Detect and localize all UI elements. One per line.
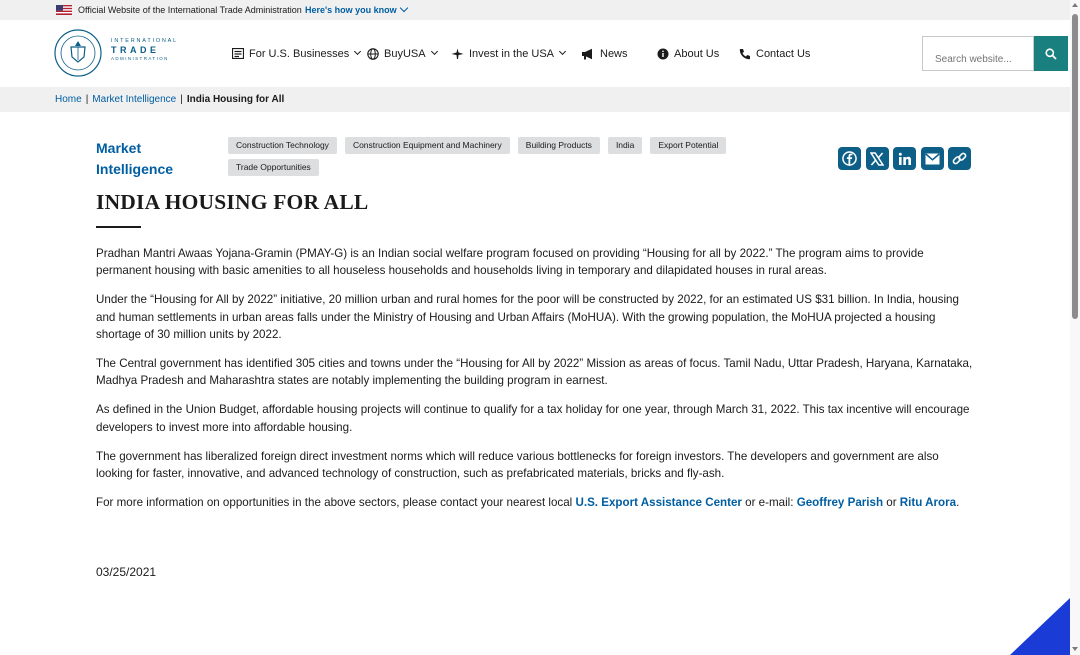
tag-construction-technology[interactable]: Construction Technology (228, 137, 337, 154)
tag-construction-equipment[interactable]: Construction Equipment and Machinery (344, 137, 510, 154)
export-assistance-center-link[interactable]: U.S. Export Assistance Center (575, 496, 741, 509)
article-body: Pradhan Mantri Awaas Yojana-Gramin (PMAY… (96, 245, 976, 523)
plane-icon (451, 48, 464, 59)
breadcrumb-separator: | (180, 94, 183, 105)
tag-list: Construction Technology Construction Equ… (228, 137, 768, 181)
ita-logo[interactable]: INTERNATIONAL TRADE ADMINISTRATION (111, 38, 178, 61)
paragraph-5: The government has liberalized foreign d… (96, 449, 939, 481)
breadcrumb-market-intelligence[interactable]: Market Intelligence (92, 94, 176, 105)
paragraph-3: The Central government has identified 30… (96, 357, 973, 388)
nav-news[interactable]: News (581, 20, 628, 87)
ritu-arora-link[interactable]: Ritu Arora (900, 496, 956, 509)
paragraph-4: As defined in the Union Budget, affordab… (96, 403, 970, 434)
contact-text-or: or (883, 496, 900, 510)
nav-label: Contact Us (756, 47, 811, 60)
department-of-commerce-seal-icon[interactable] (54, 29, 102, 77)
scroll-thumb[interactable] (1072, 14, 1078, 319)
geoffrey-parish-link[interactable]: Geoffrey Parish (797, 496, 883, 509)
tag-trade-opportunities[interactable]: Trade Opportunities (228, 159, 319, 176)
breadcrumb: Home | Market Intelligence | India Housing f… (0, 87, 1070, 112)
nav-label: News (600, 47, 628, 60)
linkedin-icon[interactable] (893, 147, 916, 170)
megaphone-icon (582, 48, 592, 59)
nav-buyusa[interactable]: BuyUSA (367, 20, 438, 87)
site-header: INTERNATIONAL TRADE ADMINISTRATION For U… (0, 20, 1070, 87)
nav-for-us-businesses[interactable]: For U.S. Businesses (232, 20, 362, 87)
scroll-up-arrow-icon[interactable] (1072, 3, 1078, 7)
phone-icon (739, 48, 750, 59)
email-icon[interactable] (920, 147, 944, 170)
howto-label: Here's how you know (305, 5, 397, 15)
chevron-down-icon (354, 47, 362, 56)
search-button[interactable] (1034, 36, 1068, 71)
search-icon (1045, 47, 1057, 60)
page-title: INDIA HOUSING FOR ALL (96, 190, 369, 214)
nav-label: Invest in the USA (469, 47, 554, 60)
info-icon (657, 48, 669, 59)
paragraph-6: For more information on opportunities in… (96, 494, 976, 511)
publish-date: 03/25/2021 (96, 565, 157, 579)
breadcrumb-separator: | (85, 94, 89, 105)
globe-icon (367, 47, 379, 60)
paragraph-2: Under the “Housing for All by 2022” init… (96, 293, 959, 341)
briefcase-icon (232, 48, 244, 59)
official-banner: Official Website of the International Tr… (0, 0, 1070, 20)
scroll-down-arrow-icon[interactable] (1072, 647, 1078, 651)
share-bar (838, 147, 976, 170)
nav-invest-in-the-usa[interactable]: Invest in the USA (451, 20, 567, 87)
logo-line-trade: TRADE (111, 45, 160, 55)
tag-building-products[interactable]: Building Products (517, 137, 600, 154)
chevron-down-icon (430, 47, 438, 56)
chevron-down-icon (558, 47, 567, 56)
copy-link-icon[interactable] (948, 147, 971, 170)
contact-text-prefix: For more information on opportunities in… (96, 496, 576, 510)
us-flag-icon (56, 5, 72, 15)
logo-line-administration: ADMINISTRATION (111, 56, 169, 61)
title-underline (96, 226, 141, 228)
nav-label: About Us (674, 47, 720, 60)
tag-export-potential[interactable]: Export Potential (650, 137, 727, 154)
heres-how-you-know-link[interactable]: Here's how you know (305, 3, 408, 15)
page-scrollbar[interactable] (1070, 0, 1080, 655)
breadcrumb-home[interactable]: Home (55, 94, 82, 105)
section-label-market-intelligence[interactable]: Market Intelligence (96, 138, 196, 180)
nav-label: BuyUSA (384, 47, 426, 60)
chevron-down-icon (399, 3, 408, 13)
contact-text-end: . (956, 496, 960, 510)
search-input[interactable] (922, 36, 1034, 71)
paragraph-1: Pradhan Mantri Awaas Yojana-Gramin (PMAY… (96, 247, 924, 278)
contact-text-mid: or e-mail: (741, 496, 797, 510)
logo-line-international: INTERNATIONAL (111, 38, 178, 44)
breadcrumb-current: India Housing for All (186, 94, 285, 105)
nav-contact-us[interactable]: Contact Us (739, 20, 810, 87)
nav-about-us[interactable]: About Us (657, 20, 719, 87)
facebook-icon[interactable] (838, 147, 861, 170)
official-website-text: Official Website of the International Tr… (78, 5, 302, 15)
tag-india[interactable]: India (607, 137, 643, 154)
nav-label: For U.S. Businesses (249, 47, 350, 60)
x-icon[interactable] (865, 147, 889, 170)
feedback-button[interactable]: Feedback (1010, 598, 1070, 655)
